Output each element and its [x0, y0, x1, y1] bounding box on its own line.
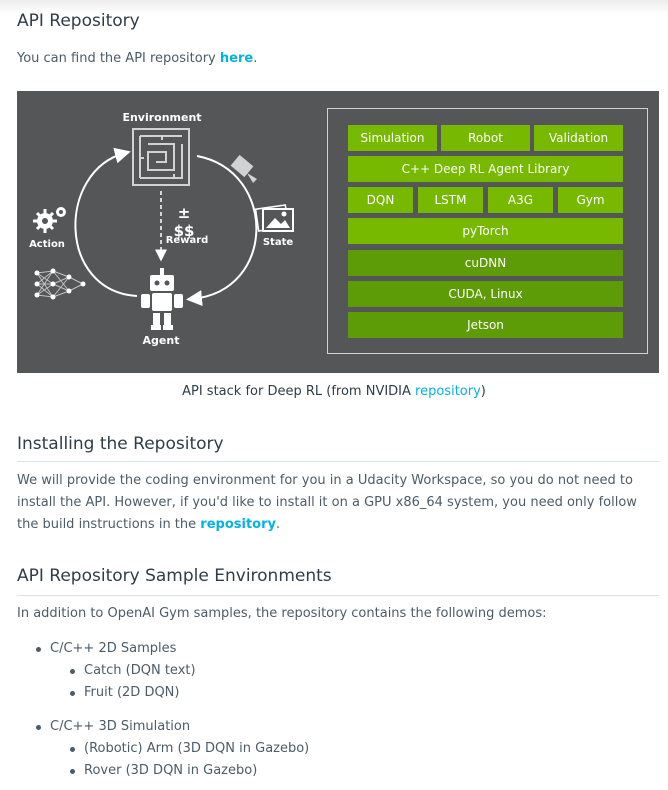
neural-network-icon — [34, 268, 86, 300]
section-divider — [17, 461, 659, 462]
stack-dqn: DQN — [348, 187, 413, 213]
stack-a3g: A3G — [488, 187, 553, 213]
bullet — [70, 769, 75, 774]
action-label: Action — [29, 239, 65, 250]
stack-jetson: Jetson — [348, 312, 623, 338]
here-link[interactable]: here — [220, 51, 253, 66]
group-label: C/C++ 3D Simulation — [50, 719, 191, 734]
demo-item: Rover (3D DQN in Gazebo) — [84, 763, 258, 778]
camera-icon — [230, 155, 257, 183]
stack-cudnn: cuDNN — [348, 250, 623, 276]
deep-rl-diagram: Environment Action ±$$ Reward State Agen… — [17, 91, 659, 373]
maze-icon — [132, 128, 190, 186]
section-title-installing: Installing the Repository — [17, 434, 224, 454]
bullet — [36, 725, 41, 730]
installing-text: We will provide the coding environment f… — [17, 473, 637, 532]
install-repository-link[interactable]: repository — [200, 517, 276, 532]
installing-suffix: . — [275, 517, 281, 532]
group-label: C/C++ 2D Samples — [50, 641, 177, 656]
bullet — [36, 647, 41, 652]
reward-label: Reward — [165, 235, 209, 246]
robot-agent-icon — [141, 268, 183, 330]
section-divider — [17, 595, 659, 596]
section-title-api-repository: API Repository — [17, 11, 140, 31]
caption-repository-link[interactable]: repository — [415, 384, 481, 399]
installing-paragraph: We will provide the coding environment f… — [17, 470, 653, 536]
gears-icon — [33, 207, 66, 233]
intro-text: You can find the API repository — [17, 51, 220, 66]
environment-label: Environment — [122, 111, 202, 124]
demo-item: Fruit (2D DQN) — [84, 685, 180, 700]
intro-paragraph: You can find the API repository here. — [17, 48, 653, 70]
caption-suffix: ) — [480, 384, 486, 399]
stack-gym: Gym — [558, 187, 623, 213]
section-title-sample-environments: API Repository Sample Environments — [17, 566, 332, 586]
bullet — [70, 747, 75, 752]
state-label: State — [262, 237, 294, 248]
api-stack: Simulation Robot Validation C++ Deep RL … — [327, 108, 648, 354]
stack-robot: Robot — [441, 125, 530, 151]
bullet — [70, 669, 75, 674]
bullet — [70, 691, 75, 696]
stack-simulation: Simulation — [348, 125, 437, 151]
stack-agent-library: C++ Deep RL Agent Library — [348, 156, 623, 182]
sample-intro: In addition to OpenAI Gym samples, the r… — [17, 606, 547, 621]
stack-lstm: LSTM — [418, 187, 483, 213]
image-frames-icon — [255, 204, 294, 232]
demo-item: (Robotic) Arm (3D DQN in Gazebo) — [84, 741, 310, 756]
caption-text: API stack for Deep RL (from NVIDIA — [182, 384, 416, 399]
stack-validation: Validation — [534, 125, 623, 151]
stack-cuda-linux: CUDA, Linux — [348, 281, 623, 307]
intro-suffix: . — [253, 51, 258, 66]
figure-caption: API stack for Deep RL (from NVIDIA repos… — [0, 384, 668, 399]
demo-item: Catch (DQN text) — [84, 663, 196, 678]
agent-label: Agent — [142, 334, 180, 347]
stack-pytorch: pyTorch — [348, 218, 623, 244]
